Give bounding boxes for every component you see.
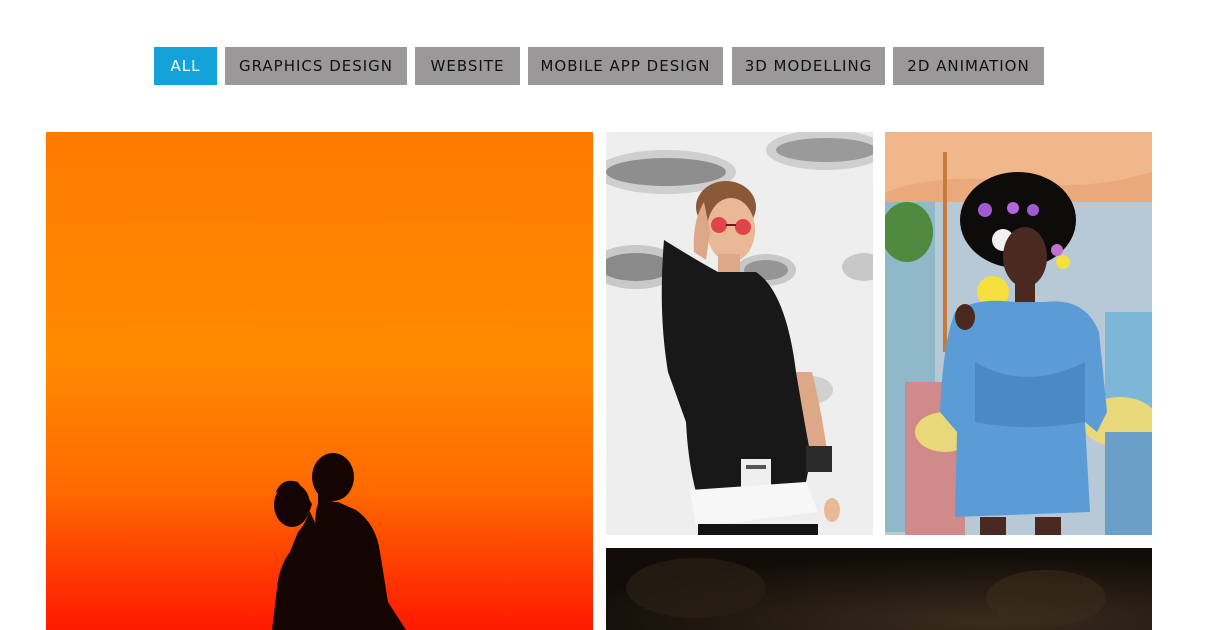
gallery-item-woman-afro-flowers[interactable] (885, 132, 1152, 535)
filter-graphics-design-button[interactable]: GRAPHICS DESIGN (225, 47, 407, 85)
filter-2d-animation-button[interactable]: 2D ANIMATION (893, 47, 1044, 85)
couple-sunset-image (46, 132, 593, 630)
woman-afro-flowers-image (885, 132, 1152, 535)
filter-3d-modelling-button[interactable]: 3D MODELLING (732, 47, 885, 85)
filter-all-button[interactable]: ALL (154, 47, 217, 85)
dark-photo-image (606, 548, 1152, 630)
gallery-item-couple-sunset[interactable] (46, 132, 593, 630)
woman-red-sunglasses-image (606, 132, 873, 535)
filter-mobile-app-design-button[interactable]: MOBILE APP DESIGN (528, 47, 723, 85)
gallery-item-dark-photo[interactable] (606, 548, 1152, 630)
filter-website-button[interactable]: WEBSITE (415, 47, 520, 85)
gallery-item-woman-red-sunglasses[interactable] (606, 132, 873, 535)
portfolio-filter-bar: ALL GRAPHICS DESIGN WEBSITE MOBILE APP D… (0, 47, 1224, 85)
